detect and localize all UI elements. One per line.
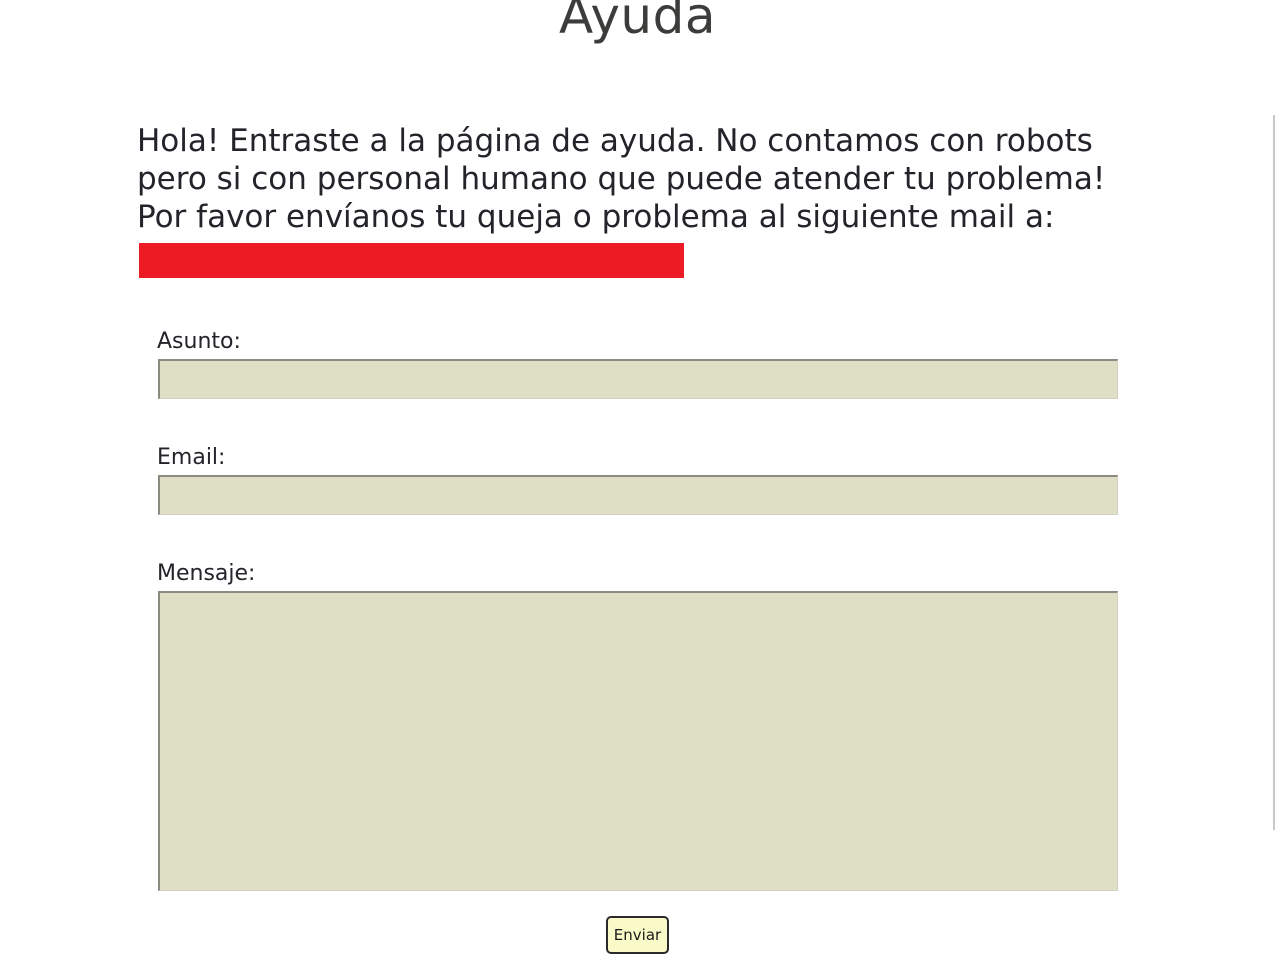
redacted-email — [139, 243, 684, 278]
subject-label: Asunto: — [157, 329, 241, 354]
intro-message: Hola! Entraste a la página de ayuda. No … — [137, 123, 1106, 235]
page-title: Ayuda — [559, 0, 716, 45]
subject-input[interactable] — [158, 359, 1118, 399]
message-label: Mensaje: — [157, 561, 256, 586]
message-textarea[interactable] — [158, 591, 1118, 891]
help-page: Ayuda Hola! Entraste a la página de ayud… — [0, 0, 1275, 955]
email-label: Email: — [157, 445, 226, 470]
intro-text: Hola! Entraste a la página de ayuda. No … — [137, 122, 1137, 278]
submit-button[interactable]: Enviar — [606, 916, 669, 954]
email-input[interactable] — [158, 475, 1118, 515]
